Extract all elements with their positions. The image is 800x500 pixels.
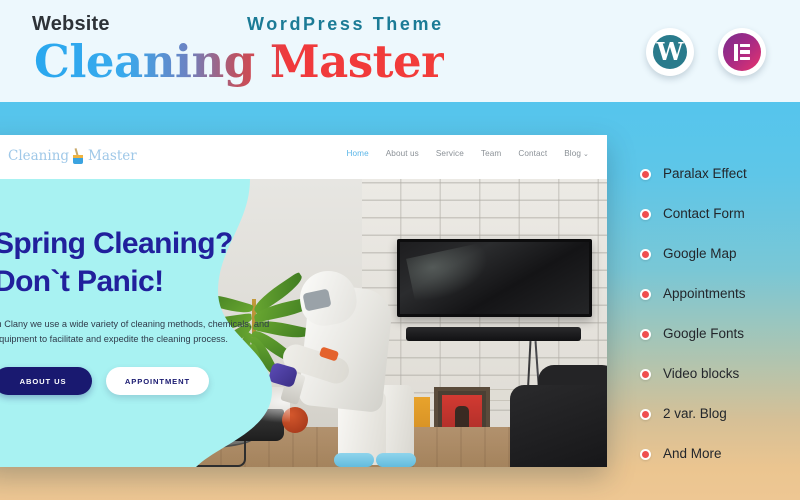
bullet-dot-icon <box>640 248 651 260</box>
hero-paragraph: In Clany we use a wide variety of cleani… <box>0 319 270 344</box>
nav-item-about-us[interactable]: About us <box>386 149 419 158</box>
feature-label: Google Fonts <box>663 326 745 341</box>
nav-item-blog-label: Blog <box>564 149 582 158</box>
feature-item: 2 var. Blog <box>640 394 800 434</box>
feature-item: Google Map <box>640 234 800 274</box>
preview-stage: Cleaning Master Home About us Service Te… <box>0 102 800 500</box>
feature-item: Google Fonts <box>640 314 800 354</box>
bullet-dot-icon <box>640 208 651 220</box>
header-kicker-website: Website <box>32 13 110 35</box>
mockup-hero: Spring Cleaning? Don`t Panic! In Clany w… <box>0 179 607 467</box>
page-title: Cleaning Master <box>34 35 445 88</box>
page-header: Website WordPress Theme Cleaning Master … <box>0 0 800 102</box>
about-us-button[interactable]: ABOUT US <box>0 367 92 395</box>
header-kicker-wordpress-theme: WordPress Theme <box>247 14 444 34</box>
broom-icon <box>71 147 86 165</box>
nav-item-team[interactable]: Team <box>481 149 501 158</box>
feature-item: Contact Form <box>640 194 800 234</box>
feature-label: Google Map <box>663 246 737 261</box>
feature-label: Appointments <box>663 286 746 301</box>
nav-item-blog[interactable]: Blog ⌄ <box>564 149 589 158</box>
feature-item: Appointments <box>640 274 800 314</box>
wordpress-icon: W <box>651 33 689 71</box>
hero-copy: Spring Cleaning? Don`t Panic! In Clany w… <box>0 179 282 467</box>
feature-list: Paralax Effect Contact Form Google Map A… <box>640 154 800 474</box>
mockup-navbar: Cleaning Master Home About us Service Te… <box>0 135 607 179</box>
hero-heading-line2: Don`t Panic! <box>0 265 164 298</box>
elementor-badge[interactable] <box>718 28 766 76</box>
bullet-dot-icon <box>640 408 651 420</box>
elementor-icon <box>723 33 761 71</box>
feature-label: And More <box>663 446 722 461</box>
wordpress-badge[interactable]: W <box>646 28 694 76</box>
bullet-dot-icon <box>640 328 651 340</box>
bullet-dot-icon <box>640 288 651 300</box>
site-logo[interactable]: Cleaning Master <box>8 146 137 166</box>
appointment-button[interactable]: APPOINTMENT <box>106 367 209 395</box>
feature-item: Paralax Effect <box>640 154 800 194</box>
feature-label: 2 var. Blog <box>663 406 727 421</box>
feature-label: Paralax Effect <box>663 166 747 181</box>
nav-item-contact[interactable]: Contact <box>518 149 547 158</box>
feature-label: Contact Form <box>663 206 745 221</box>
feature-item: Video blocks <box>640 354 800 394</box>
bullet-dot-icon <box>640 448 651 460</box>
nav-item-service[interactable]: Service <box>436 149 464 158</box>
mockup-menu: Home About us Service Team Contact Blog ⌄ <box>347 149 590 158</box>
chevron-down-icon: ⌄ <box>583 151 589 158</box>
nav-item-home[interactable]: Home <box>347 149 369 158</box>
hero-heading: Spring Cleaning? Don`t Panic! <box>0 225 284 301</box>
bullet-dot-icon <box>640 368 651 380</box>
website-mockup: Cleaning Master Home About us Service Te… <box>0 135 607 467</box>
feature-item: And More <box>640 434 800 474</box>
hero-button-group: ABOUT US APPOINTMENT <box>0 367 209 395</box>
site-logo-text-after: Master <box>88 148 137 164</box>
site-logo-text-before: Cleaning <box>8 148 70 164</box>
feature-label: Video blocks <box>663 366 740 381</box>
bullet-dot-icon <box>640 168 651 180</box>
hero-heading-line1: Spring Cleaning? <box>0 227 233 260</box>
